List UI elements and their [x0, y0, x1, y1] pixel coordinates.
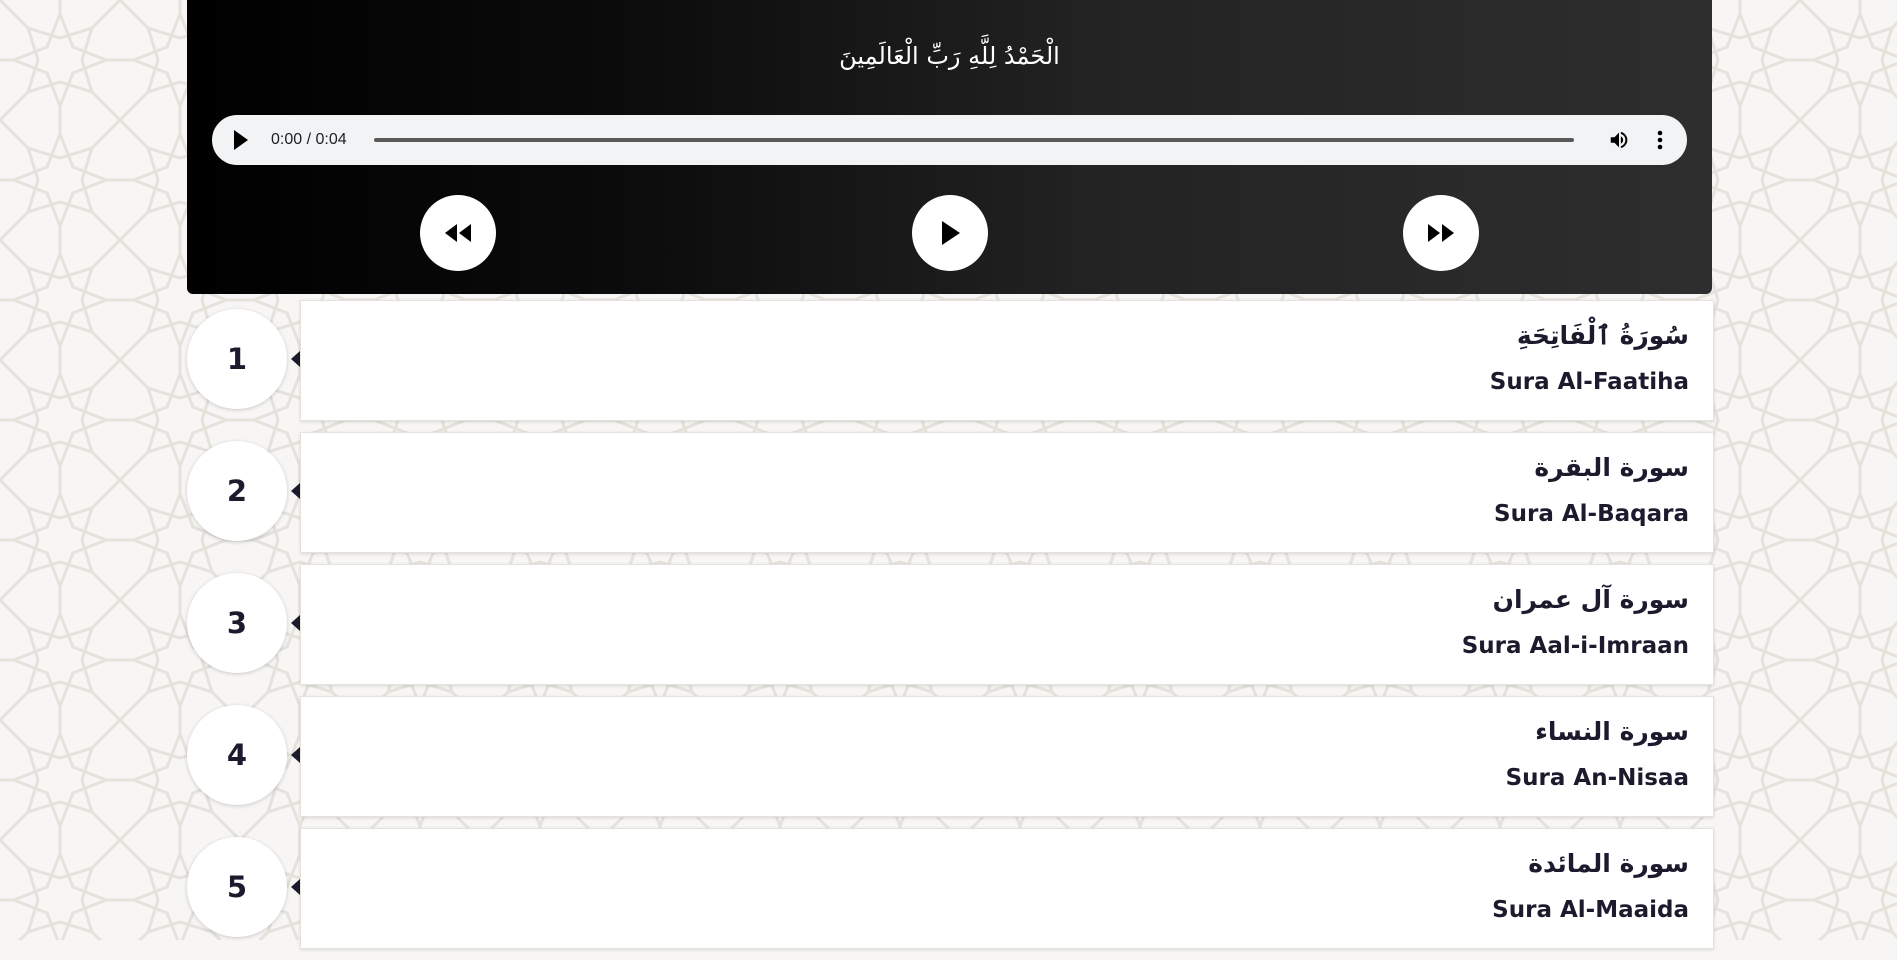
next-button[interactable] [1403, 195, 1479, 271]
current-verse-text: الْحَمْدُ لِلَّهِ رَبِّ الْعَالَمِينَ [839, 42, 1060, 70]
sura-card[interactable]: سورة آل عمران Sura Aal-i-Imraan [300, 564, 1714, 685]
previous-button[interactable] [420, 195, 496, 271]
sura-english-name: Sura An-Nisaa [1505, 765, 1689, 791]
sura-card[interactable]: سورة النساء Sura An-Nisaa [300, 696, 1714, 817]
audio-play-icon[interactable] [234, 130, 248, 150]
more-options-icon[interactable] [1657, 129, 1663, 151]
pointer-arrow [291, 351, 300, 367]
sura-card[interactable]: سورة البقرة Sura Al-Baqara [300, 432, 1714, 553]
audio-progress-track[interactable] [374, 138, 1574, 142]
sura-card[interactable]: سورة المائدة Sura Al-Maaida [300, 828, 1714, 949]
list-item: 4 سورة النساء Sura An-Nisaa [187, 696, 1714, 828]
sura-number-badge: 5 [187, 837, 287, 937]
play-icon [942, 221, 960, 245]
pointer-arrow [291, 483, 300, 499]
fast-forward-icon [1428, 224, 1454, 242]
list-item: 5 سورة المائدة Sura Al-Maaida [187, 828, 1714, 960]
sura-english-name: Sura Al-Faatiha [1489, 369, 1689, 395]
sura-english-name: Sura Al-Maaida [1492, 897, 1689, 923]
audio-element[interactable]: 0:00 / 0:04 [212, 115, 1687, 165]
list-item: 2 سورة البقرة Sura Al-Baqara [187, 432, 1714, 564]
sura-english-name: Sura Al-Baqara [1494, 501, 1689, 527]
sura-arabic-name: سورة آل عمران [1492, 585, 1689, 614]
list-item: 3 سورة آل عمران Sura Aal-i-Imraan [187, 564, 1714, 696]
sura-arabic-name: سورة النساء [1535, 717, 1689, 746]
content-wrapper: الْحَمْدُ لِلَّهِ رَبِّ الْعَالَمِينَ 0:… [187, 0, 1714, 949]
sura-list: 1 سُورَةُ ٱلْفَاتِحَةِ Sura Al-Faatiha 2… [187, 300, 1714, 960]
sura-number-badge: 3 [187, 573, 287, 673]
sura-arabic-name: سورة البقرة [1534, 453, 1689, 482]
sura-number-badge: 1 [187, 309, 287, 409]
sura-card[interactable]: سُورَةُ ٱلْفَاتِحَةِ Sura Al-Faatiha [300, 300, 1714, 421]
pointer-arrow [291, 747, 300, 763]
list-item: 1 سُورَةُ ٱلْفَاتِحَةِ Sura Al-Faatiha [187, 300, 1714, 432]
sura-number-badge: 4 [187, 705, 287, 805]
pointer-arrow [291, 879, 300, 895]
play-button[interactable] [912, 195, 988, 271]
sura-english-name: Sura Aal-i-Imraan [1461, 633, 1689, 659]
audio-player-panel: الْحَمْدُ لِلَّهِ رَبِّ الْعَالَمِينَ 0:… [187, 0, 1712, 294]
pointer-arrow [291, 615, 300, 631]
volume-icon[interactable] [1608, 129, 1630, 151]
rewind-icon [445, 224, 471, 242]
sura-arabic-name: سورة المائدة [1528, 849, 1689, 878]
audio-time-display: 0:00 / 0:04 [271, 131, 347, 148]
sura-number-badge: 2 [187, 441, 287, 541]
sura-arabic-name: سُورَةُ ٱلْفَاتِحَةِ [1516, 321, 1689, 350]
